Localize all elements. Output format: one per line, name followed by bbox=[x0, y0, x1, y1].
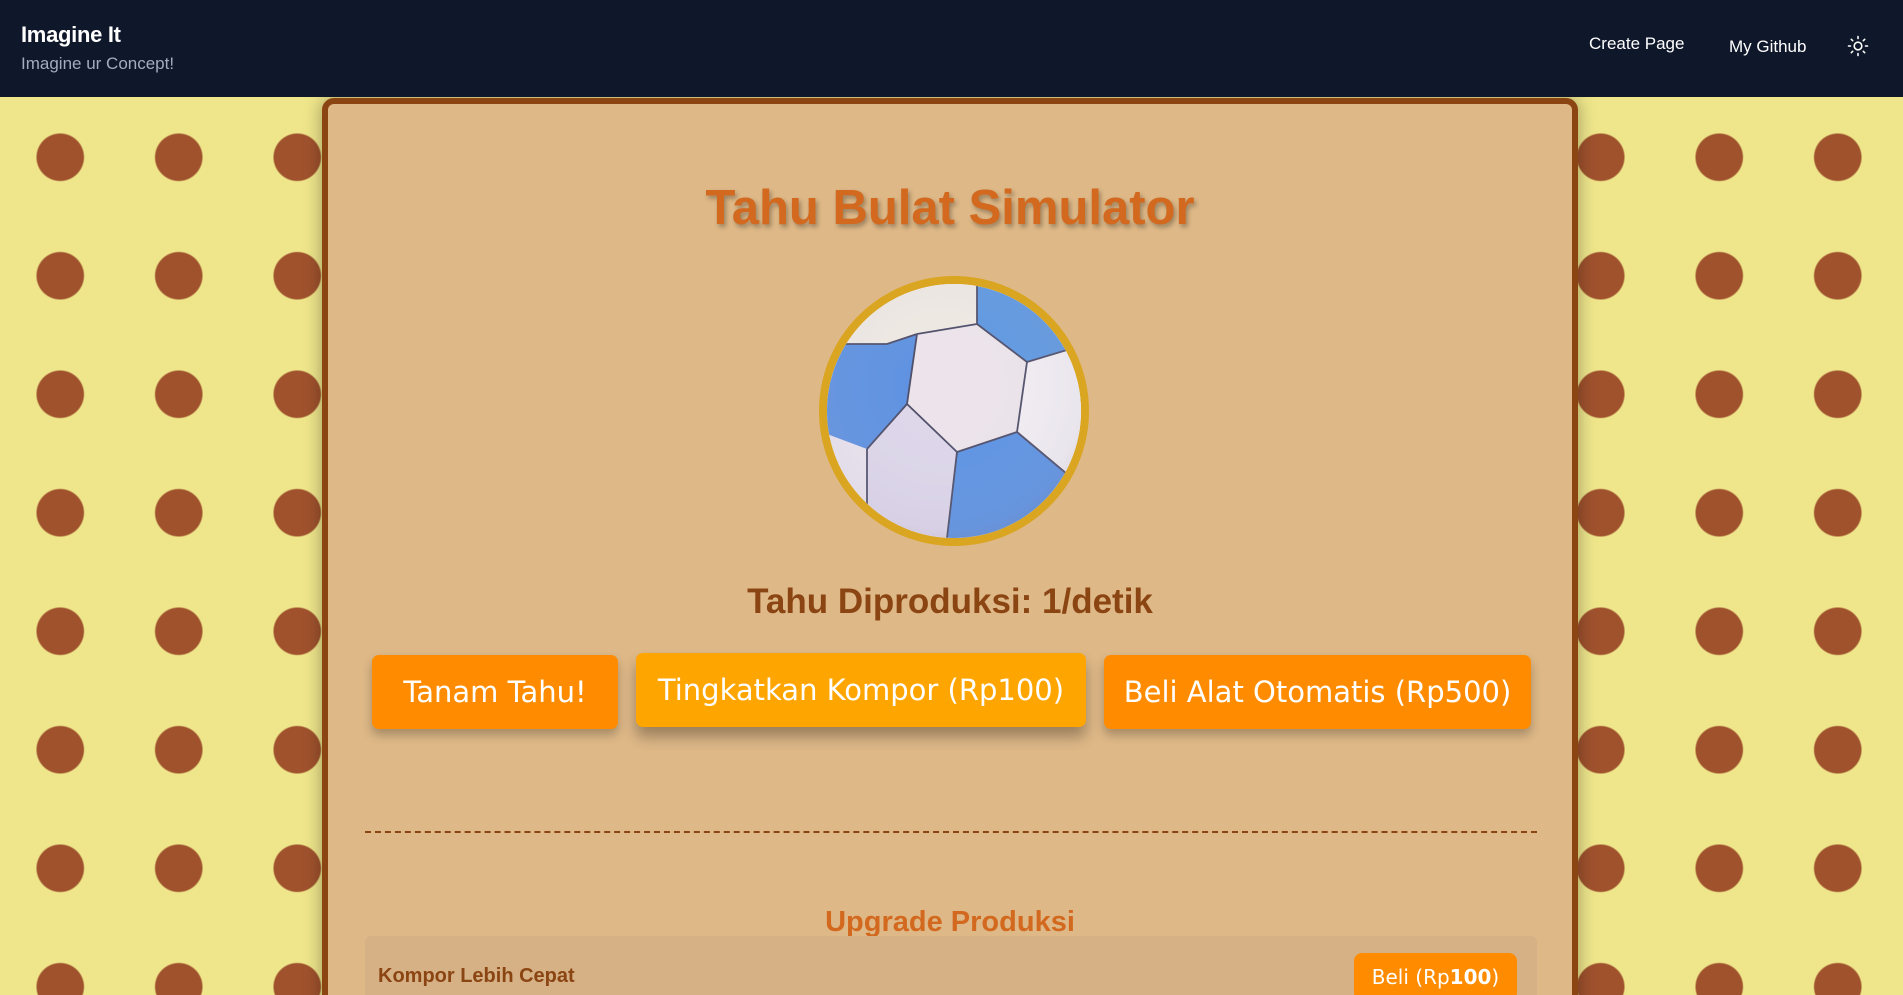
soccer-ball-image bbox=[827, 284, 1081, 538]
plant-tahu-button[interactable]: Tanam Tahu! bbox=[372, 655, 618, 729]
buy-price: 100 bbox=[1449, 965, 1492, 989]
nav-link-create-page[interactable]: Create Page bbox=[1589, 34, 1684, 54]
section-divider bbox=[365, 831, 1537, 833]
theme-toggle-button[interactable] bbox=[1847, 35, 1869, 57]
nav-link-my-github[interactable]: My Github bbox=[1729, 37, 1806, 57]
tahu-click-image[interactable] bbox=[819, 276, 1089, 546]
upgrades-title: Upgrade Produksi bbox=[825, 906, 1075, 939]
production-rate: Tahu Diproduksi: 1/detik bbox=[747, 582, 1153, 621]
game-title: Tahu Bulat Simulator bbox=[705, 181, 1195, 235]
buy-prefix: Beli (Rp bbox=[1371, 965, 1450, 989]
brand-title[interactable]: Imagine It bbox=[21, 22, 121, 48]
brand-subtitle: Imagine ur Concept! bbox=[21, 54, 175, 73]
upgrade-stove-button[interactable]: Tingkatkan Kompor (Rp100) bbox=[636, 653, 1086, 727]
sun-icon bbox=[1847, 35, 1869, 57]
upgrade-item: Kompor Lebih Cepat Beli (Rp 100) bbox=[365, 936, 1537, 995]
navbar: Imagine It Imagine ur Concept! Create Pa… bbox=[0, 0, 1903, 97]
game-card: Tahu Bulat Simulator Tahu Diproduksi: 1/… bbox=[322, 98, 1578, 995]
buy-suffix: ) bbox=[1491, 965, 1500, 989]
buy-upgrade-button[interactable]: Beli (Rp 100) bbox=[1354, 953, 1517, 995]
upgrade-name: Kompor Lebih Cepat bbox=[378, 965, 575, 987]
buy-auto-tool-button[interactable]: Beli Alat Otomatis (Rp500) bbox=[1104, 655, 1531, 729]
